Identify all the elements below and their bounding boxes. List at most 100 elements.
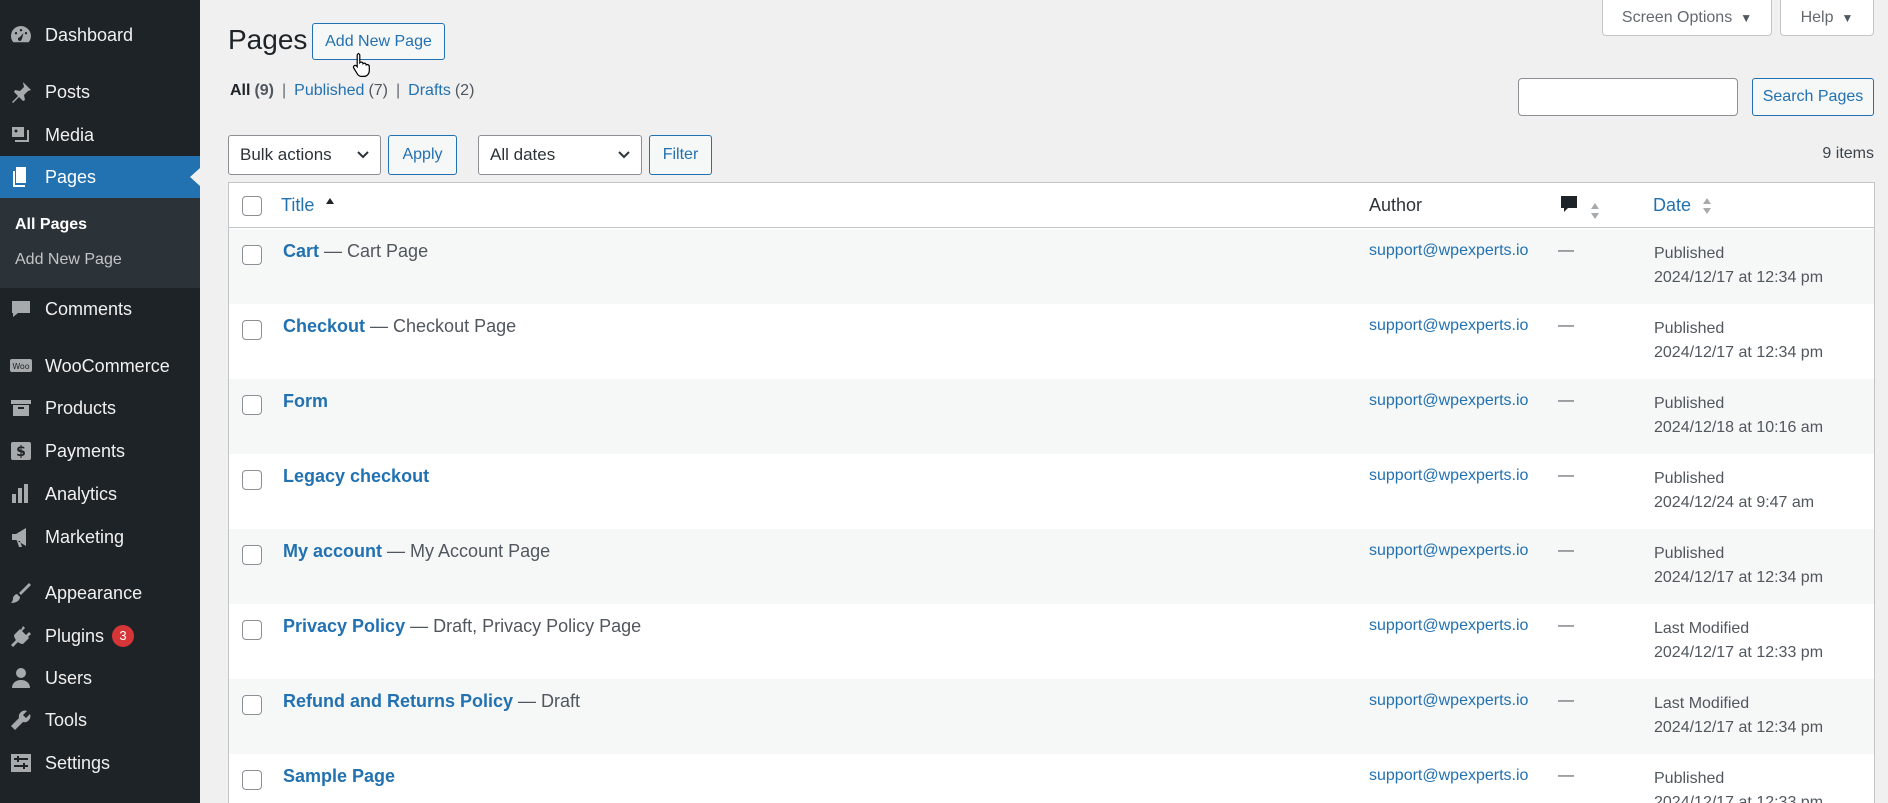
- page-title-link[interactable]: Form: [283, 391, 328, 411]
- woo-icon: Woo: [8, 353, 34, 379]
- column-date-sort[interactable]: Date: [1653, 195, 1712, 216]
- row-checkbox[interactable]: [242, 545, 262, 565]
- row-author[interactable]: support@wpexperts.io: [1369, 317, 1528, 335]
- column-comments-sort[interactable]: [1559, 194, 1600, 221]
- sidebar-item-dashboard[interactable]: Dashboard: [0, 14, 200, 56]
- pin-icon: [8, 79, 34, 105]
- table-row: Sample Page support@wpexperts.io — Publi…: [229, 754, 1874, 803]
- sidebar-item-woocommerce[interactable]: Woo WooCommerce: [0, 345, 200, 387]
- submenu-all-pages[interactable]: All Pages: [15, 216, 87, 234]
- sidebar-item-label: Users: [45, 667, 93, 688]
- pages-table: Title Author Date Cart — Cart Page suppo…: [228, 182, 1875, 803]
- page-state: — My Account Page: [387, 541, 551, 561]
- sidebar-item-media[interactable]: Media: [0, 114, 200, 156]
- row-author[interactable]: support@wpexperts.io: [1369, 392, 1528, 410]
- sidebar-item-users[interactable]: Users: [0, 657, 200, 699]
- hand-cursor-icon: [352, 52, 370, 77]
- row-comments: —: [1558, 767, 1574, 784]
- filter-button[interactable]: Filter: [649, 135, 712, 175]
- add-new-page-button[interactable]: Add New Page: [312, 23, 445, 60]
- row-author[interactable]: support@wpexperts.io: [1369, 692, 1528, 710]
- row-date: Published 2024/12/17 at 12:34 pm: [1654, 317, 1823, 365]
- row-author[interactable]: support@wpexperts.io: [1369, 242, 1528, 260]
- page-title-link[interactable]: Cart: [283, 241, 319, 261]
- submenu-add-new-page[interactable]: Add New Page: [15, 251, 122, 269]
- sidebar-item-label: Tools: [45, 709, 88, 730]
- row-checkbox[interactable]: [242, 245, 262, 265]
- date-value: 2024/12/17 at 12:34 pm: [1654, 344, 1824, 361]
- sidebar-item-settings[interactable]: Settings: [0, 742, 200, 784]
- sidebar-item-label: Products: [45, 397, 117, 418]
- sidebar-item-tools[interactable]: Tools: [0, 699, 200, 741]
- page-title-link[interactable]: Sample Page: [283, 766, 395, 786]
- filter-published[interactable]: Published (7): [294, 82, 388, 100]
- sidebar-item-label: Media: [45, 124, 95, 145]
- sidebar-item-label: Pages: [45, 166, 97, 187]
- page-title-link[interactable]: Checkout: [283, 316, 365, 336]
- filter-drafts-count: (2): [454, 82, 475, 99]
- date-status: Published: [1654, 470, 1725, 487]
- page-title-link[interactable]: My account: [283, 541, 382, 561]
- filter-all-count: (9): [254, 82, 275, 99]
- page-state: — Checkout Page: [370, 316, 517, 336]
- date-value: 2024/12/17 at 12:34 pm: [1654, 269, 1824, 286]
- sidebar-item-payments[interactable]: $ Payments: [0, 430, 200, 472]
- filter-drafts[interactable]: Drafts (2): [408, 82, 474, 100]
- sidebar-item-pages[interactable]: Pages: [0, 156, 200, 198]
- filter-published-label: Published: [294, 82, 365, 99]
- row-checkbox[interactable]: [242, 695, 262, 715]
- sidebar-item-label: Appearance: [45, 582, 143, 603]
- column-title-sort[interactable]: Title: [281, 195, 335, 216]
- sidebar-item-appearance[interactable]: Appearance: [0, 572, 200, 614]
- search-pages-button[interactable]: Search Pages: [1752, 78, 1874, 116]
- archive-icon: [8, 395, 34, 421]
- row-checkbox[interactable]: [242, 320, 262, 340]
- sidebar-item-comments[interactable]: Comments: [0, 288, 200, 330]
- chevron-down-icon: [357, 151, 369, 159]
- megaphone-icon: [8, 524, 34, 550]
- caret-down-icon: ▼: [1740, 10, 1753, 25]
- items-count: 9 items: [1822, 145, 1874, 162]
- row-title: Form: [283, 391, 328, 412]
- help-button[interactable]: Help ▼: [1780, 0, 1874, 36]
- separator: |: [282, 82, 287, 99]
- date-value: 2024/12/17 at 12:33 pm: [1654, 644, 1824, 661]
- date-filter-select[interactable]: All dates: [478, 135, 642, 175]
- row-author[interactable]: support@wpexperts.io: [1369, 767, 1528, 785]
- row-date: Published 2024/12/18 at 10:16 am: [1654, 392, 1823, 440]
- row-checkbox[interactable]: [242, 395, 262, 415]
- select-all-checkbox[interactable]: [242, 196, 262, 216]
- page-title-link[interactable]: Refund and Returns Policy: [283, 691, 513, 711]
- table-header: Title Author Date: [229, 183, 1874, 228]
- sidebar-item-analytics[interactable]: Analytics: [0, 473, 200, 515]
- row-title: Refund and Returns Policy — Draft: [283, 691, 580, 712]
- sidebar-item-label: Analytics: [45, 483, 118, 504]
- sidebar-item-marketing[interactable]: Marketing: [0, 516, 200, 558]
- row-checkbox[interactable]: [242, 470, 262, 490]
- page-title-link[interactable]: Privacy Policy: [283, 616, 405, 636]
- bulk-actions-select[interactable]: Bulk actions: [228, 135, 381, 175]
- row-checkbox[interactable]: [242, 620, 262, 640]
- screen-options-button[interactable]: Screen Options ▼: [1602, 0, 1772, 36]
- row-comments: —: [1558, 467, 1574, 484]
- row-title: My account — My Account Page: [283, 541, 550, 562]
- sidebar-item-label: Plugins: [45, 625, 105, 646]
- separator: |: [396, 82, 401, 99]
- row-comments: —: [1558, 317, 1574, 334]
- sidebar-item-label: Posts: [45, 81, 91, 102]
- table-row: Legacy checkout support@wpexperts.io — P…: [229, 454, 1874, 529]
- sidebar-item-plugins[interactable]: Plugins 3: [0, 615, 200, 657]
- row-author[interactable]: support@wpexperts.io: [1369, 542, 1528, 560]
- dashboard-icon: [8, 22, 34, 48]
- page-title-link[interactable]: Legacy checkout: [283, 466, 429, 486]
- sidebar-item-posts[interactable]: Posts: [0, 71, 200, 113]
- filter-all[interactable]: All (9): [230, 82, 274, 100]
- row-author[interactable]: support@wpexperts.io: [1369, 617, 1528, 635]
- search-input[interactable]: [1518, 78, 1738, 116]
- apply-button[interactable]: Apply: [388, 135, 457, 175]
- row-checkbox[interactable]: [242, 770, 262, 790]
- row-author[interactable]: support@wpexperts.io: [1369, 467, 1528, 485]
- table-row: Checkout — Checkout Page support@wpexper…: [229, 304, 1874, 379]
- table-row: Refund and Returns Policy — Draft suppor…: [229, 679, 1874, 754]
- sidebar-item-products[interactable]: Products: [0, 387, 200, 429]
